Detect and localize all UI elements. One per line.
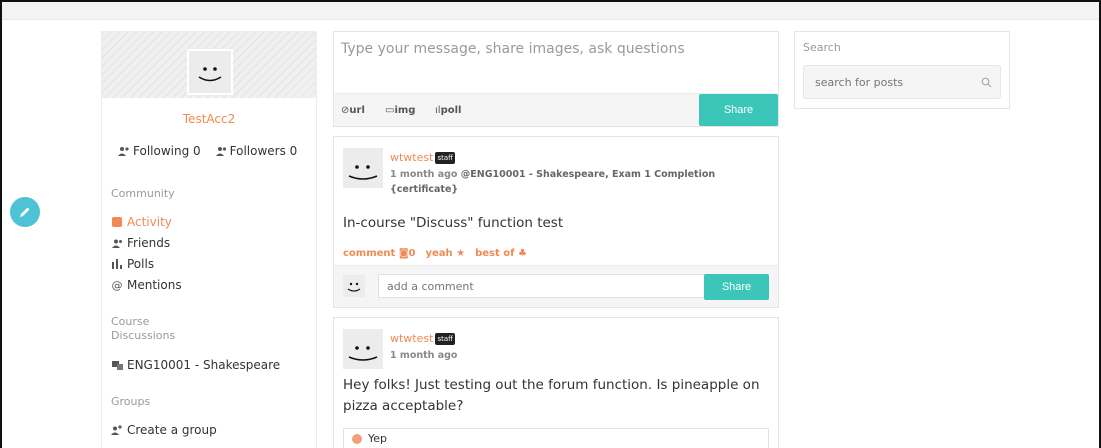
staff-badge: staff	[435, 332, 455, 345]
follow-stats: Following 0 Followers 0	[118, 144, 297, 158]
followers-link[interactable]: Followers 0	[215, 144, 297, 158]
search-icon[interactable]	[981, 77, 992, 88]
poll-radio[interactable]	[352, 433, 362, 444]
create-group-link[interactable]: Create a group	[111, 423, 217, 437]
following-icon	[118, 147, 129, 156]
polls-icon	[111, 259, 123, 269]
post-card: wtwtest staff 1 month ago Hey folks! Jus…	[333, 317, 779, 448]
profile-avatar[interactable]	[187, 49, 233, 95]
smiley-avatar-icon	[348, 165, 378, 180]
sidebar-item-mentions[interactable]: @ Mentions	[111, 278, 182, 292]
comment-bar: Share	[334, 265, 778, 307]
post-meta: 1 month ago	[390, 348, 770, 363]
followers-icon	[215, 147, 226, 156]
community-heading: Community	[111, 187, 175, 200]
course-heading-line1: Course	[111, 315, 150, 328]
comment-avatar	[343, 275, 365, 297]
smiley-avatar-icon	[348, 346, 378, 361]
friends-icon	[111, 239, 123, 248]
course-icon	[111, 360, 123, 370]
composer-share-button[interactable]: Share	[699, 94, 778, 126]
profile-username[interactable]: TestAcc2	[102, 112, 316, 126]
sidebar-item-eng10001[interactable]: ENG10001 - Shakespeare	[111, 358, 280, 372]
smiley-avatar-icon	[198, 67, 222, 82]
pencil-icon	[20, 207, 30, 217]
poll-tool-button[interactable]: ılpoll	[435, 105, 461, 116]
search-label: Search	[803, 41, 841, 54]
img-tool-button[interactable]: ▭img	[385, 105, 415, 116]
comment-button[interactable]: comment ◙0	[343, 248, 415, 259]
groups-heading: Groups	[111, 395, 151, 408]
post-body: In-course "Discuss" function test	[343, 215, 564, 231]
composer-input[interactable]: Type your message, share images, ask que…	[341, 41, 685, 57]
star-icon: ★	[456, 248, 466, 259]
mentions-icon: @	[111, 278, 123, 292]
post-time: 1 month ago	[390, 350, 458, 361]
post-author-avatar[interactable]	[343, 329, 383, 369]
post-author-avatar[interactable]	[343, 148, 383, 188]
top-bar	[2, 2, 1099, 20]
post-author[interactable]: wtwtest staff	[390, 332, 455, 345]
activity-icon	[112, 217, 122, 227]
search-panel: Search	[794, 31, 1010, 109]
staff-badge: staff	[435, 151, 455, 164]
composer-toolbar: ⊘url ▭img ılpoll Share	[334, 93, 778, 126]
post-body: Hey folks! Just testing out the forum fu…	[343, 377, 760, 414]
url-tool-button[interactable]: ⊘url	[341, 105, 365, 116]
poll-option[interactable]: Yep	[343, 428, 769, 448]
ribbon-icon: ♣	[517, 248, 527, 259]
search-input[interactable]	[803, 65, 1001, 99]
yeah-button[interactable]: yeah ★	[425, 248, 465, 259]
post-time: 1 month ago	[390, 169, 458, 180]
comment-share-button[interactable]: Share	[704, 274, 769, 300]
profile-sidebar: TestAcc2 Following 0 Followers 0 Communi…	[101, 31, 317, 448]
post-composer[interactable]: Type your message, share images, ask que…	[333, 31, 779, 127]
sidebar-item-polls[interactable]: Polls	[111, 257, 154, 271]
comment-icon: ◙	[398, 248, 409, 259]
edit-fab-button[interactable]	[10, 197, 40, 227]
sidebar-item-friends[interactable]: Friends	[111, 236, 170, 250]
comment-input[interactable]	[378, 274, 706, 298]
course-heading-line2: Discussions	[111, 329, 176, 342]
add-group-icon	[111, 425, 123, 435]
following-link[interactable]: Following 0	[118, 144, 201, 158]
post-actions: comment ◙0 yeah ★ best of ♣	[343, 248, 527, 259]
smiley-avatar-icon	[347, 282, 361, 292]
best-of-button[interactable]: best of ♣	[475, 248, 527, 259]
post-meta: 1 month ago @ENG10001 - Shakespeare, Exa…	[390, 167, 770, 197]
post-author[interactable]: wtwtest staff	[390, 151, 455, 164]
sidebar-item-activity[interactable]: Activity	[111, 215, 172, 229]
post-card: wtwtest staff 1 month ago @ENG10001 - Sh…	[333, 136, 779, 308]
